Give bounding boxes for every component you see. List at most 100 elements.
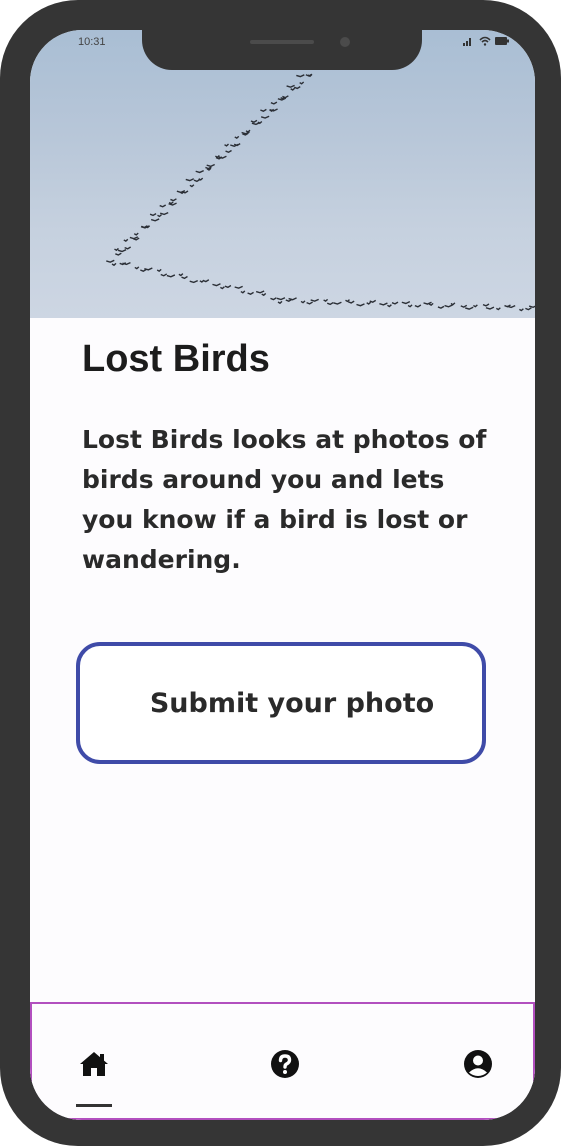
help-icon [271,1050,299,1078]
bird-mark [387,304,392,308]
bird-flock-image [106,73,535,312]
bird-mark [178,273,184,277]
bird-mark [122,261,131,266]
bird-mark [225,149,232,154]
speaker-grille [250,40,314,44]
bird-mark [212,283,221,287]
bird-mark [473,304,478,308]
nav-help[interactable] [267,1046,303,1082]
account-icon [464,1050,492,1078]
bird-mark [106,259,115,263]
bird-mark [149,212,157,217]
submit-photo-button[interactable]: Submit your photo [76,642,486,764]
page-title: Lost Birds [82,338,270,380]
bird-mark [369,299,377,303]
bird-mark [506,304,516,309]
bird-mark [299,81,305,85]
bird-mark [156,268,162,273]
bird-mark [159,211,169,216]
bird-mark [159,204,167,208]
bird-mark [290,87,296,91]
bird-mark [206,163,215,168]
bird-mark [144,267,153,271]
bird-mark [347,300,355,304]
bird-mark [189,279,199,284]
bird-mark [414,304,422,308]
bird-mark [356,303,365,307]
bird-mark [123,238,129,242]
active-tab-indicator [76,1104,112,1107]
bird-mark [255,290,265,294]
phone-frame: 10:31 Lost Birds Lost Birds looks at pho… [0,0,561,1146]
bird-mark [170,198,177,202]
bird-mark [185,178,195,182]
bird-mark [270,297,277,301]
bird-mark [423,301,432,305]
bird-mark [450,302,456,306]
hero-image [30,30,535,318]
bird-mark [288,297,297,301]
bird-mark [437,305,445,309]
bird-mark [114,247,119,252]
bird-mark [193,178,201,183]
bird-mark [277,300,283,305]
bird-mark [276,297,286,301]
bird-mark [166,274,176,278]
bird-mark [251,121,261,126]
bird-mark [202,279,210,283]
bird-mark [296,74,305,78]
bird-mark [261,292,267,297]
bird-mark [379,302,388,306]
bird-mark [111,262,117,267]
bird-mark [240,290,246,294]
app-description: Lost Birds looks at photos of birds arou… [82,425,487,574]
phone-notch [142,30,422,70]
bird-mark [286,84,295,88]
bird-mark [401,301,411,305]
bird-mark [168,201,174,205]
camera-icon [340,37,350,47]
wifi-icon [479,36,491,46]
bird-mark [117,249,127,253]
bird-mark [485,306,495,310]
bird-mark [326,301,334,306]
battery-icon [495,37,509,45]
bird-mark [391,301,399,305]
bird-mark [134,266,140,270]
bird-mark [260,108,267,112]
bird-mark [224,143,229,147]
bird-mark [306,301,313,305]
bird-mark [333,301,342,305]
bird-mark [195,170,204,174]
bird-mark [300,300,306,304]
nav-account[interactable] [460,1046,496,1082]
bird-mark [323,298,329,303]
bird-mark [157,214,162,218]
bottom-navigation [30,1002,535,1120]
bird-mark [160,273,168,277]
bird-mark [528,305,535,308]
status-time: 10:31 [78,36,106,48]
bird-mark [407,304,413,308]
bird-mark [428,302,434,307]
bird-mark [234,285,243,289]
bird-mark [366,301,372,305]
bird-mark [124,246,132,250]
status-icons [463,36,509,46]
bird-mark [115,252,122,256]
bird-mark [460,304,468,308]
home-icon [80,1052,108,1076]
bird-mark [345,299,350,303]
bird-mark [234,135,240,140]
bird-mark [525,307,532,311]
bird-mark [260,115,270,119]
bird-mark [482,303,490,307]
app-screen: 10:31 Lost Birds Lost Birds looks at pho… [30,30,535,1120]
bird-mark [220,286,225,290]
nav-home[interactable] [76,1046,112,1082]
signal-icon [463,38,471,46]
bird-mark [444,304,453,308]
bird-mark [224,284,232,289]
bird-mark [270,101,278,105]
bird-mark [310,298,319,302]
